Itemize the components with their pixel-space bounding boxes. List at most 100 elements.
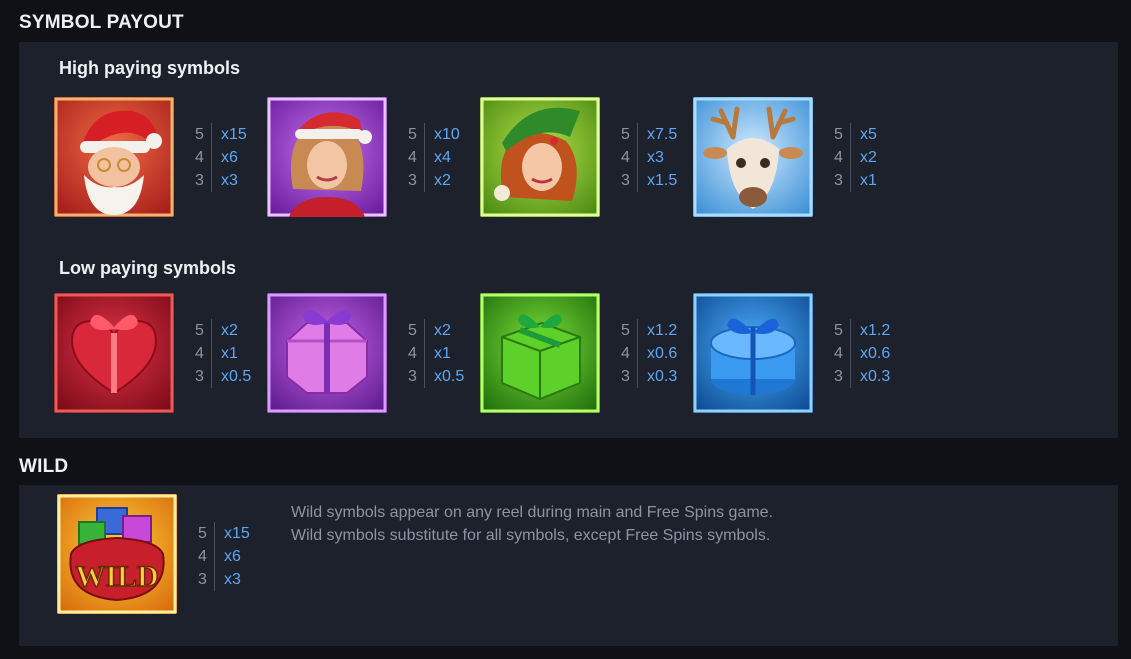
- pay-count: 4: [408, 342, 425, 365]
- wild-symbol-label: WILD: [75, 560, 158, 593]
- pay-row: 5 x2: [408, 319, 478, 342]
- pay-multiplier: x1.5: [647, 172, 678, 189]
- pay-multiplier: x3: [221, 172, 238, 189]
- pay-multiplier: x1: [860, 172, 877, 189]
- pay-count: 4: [195, 146, 212, 169]
- symbol-payout-panel: High paying symbols 5 x15 4 x6 3 x3 5 x1…: [19, 42, 1118, 438]
- pay-row: 4 x1: [408, 342, 478, 365]
- pay-count: 5: [621, 123, 638, 146]
- pay-multiplier: x6: [224, 548, 241, 565]
- pay-count: 5: [408, 123, 425, 146]
- pay-count: 3: [195, 169, 212, 192]
- pay-row: 3 x1: [834, 169, 904, 192]
- blue-gift-paytable: 5 x1.2 4 x0.6 3 x0.3: [834, 319, 904, 388]
- green-box-gift-icon: [480, 293, 600, 413]
- pay-count: 4: [198, 545, 215, 568]
- pay-row: 5 x7.5: [621, 123, 691, 146]
- reindeer-paytable: 5 x5 4 x2 3 x1: [834, 123, 904, 192]
- pay-multiplier: x15: [224, 525, 250, 542]
- symbol-payout-title: SYMBOL PAYOUT: [19, 12, 184, 33]
- pay-row: 4 x0.6: [834, 342, 904, 365]
- pay-row: 4 x6: [195, 146, 265, 169]
- pay-multiplier: x0.3: [860, 368, 891, 385]
- wild-gift-sack-icon: WILD: [57, 494, 177, 614]
- reindeer-symbol-icon: [693, 97, 813, 217]
- pay-multiplier: x1.2: [860, 322, 891, 339]
- pay-row: 4 x0.6: [621, 342, 691, 365]
- pay-count: 4: [834, 146, 851, 169]
- pay-multiplier: x15: [221, 126, 247, 143]
- pay-count: 3: [195, 365, 212, 388]
- red-heart-gift-icon: [54, 293, 174, 413]
- pay-multiplier: x5: [860, 126, 877, 143]
- wild-description: Wild symbols appear on any reel during m…: [291, 501, 773, 547]
- wild-description-line: Wild symbols appear on any reel during m…: [291, 504, 774, 521]
- pay-count: 4: [408, 146, 425, 169]
- pay-row: 3 x1.5: [621, 169, 691, 192]
- pay-row: 5 x1.2: [834, 319, 904, 342]
- pay-multiplier: x0.5: [434, 368, 465, 385]
- pay-row: 4 x1: [195, 342, 265, 365]
- pay-row: 5 x2: [195, 319, 265, 342]
- red-gift-paytable: 5 x2 4 x1 3 x0.5: [195, 319, 265, 388]
- pay-multiplier: x10: [434, 126, 460, 143]
- pay-multiplier: x6: [221, 149, 238, 166]
- pay-count: 5: [621, 319, 638, 342]
- pay-count: 3: [621, 365, 638, 388]
- pay-multiplier: x3: [647, 149, 664, 166]
- pay-row: 5 x5: [834, 123, 904, 146]
- pay-count: 4: [195, 342, 212, 365]
- pay-row: 4 x4: [408, 146, 478, 169]
- pay-row: 4 x2: [834, 146, 904, 169]
- pay-count: 5: [198, 522, 215, 545]
- pay-row: 5 x15: [198, 522, 268, 545]
- pay-row: 4 x6: [198, 545, 268, 568]
- pay-count: 3: [198, 568, 215, 591]
- pay-row: 3 x3: [195, 169, 265, 192]
- wild-panel: WILD 5 x15 4 x6 3 x3 Wild symbols appear on…: [19, 485, 1118, 646]
- pay-row: 5 x10: [408, 123, 478, 146]
- pay-row: 3 x0.3: [621, 365, 691, 388]
- mrs-claus-symbol-icon: [267, 97, 387, 217]
- pay-multiplier: x1: [434, 345, 451, 362]
- pay-count: 3: [621, 169, 638, 192]
- pay-count: 5: [408, 319, 425, 342]
- pay-multiplier: x0.6: [860, 345, 891, 362]
- wild-description-line: Wild symbols substitute for all symbols,…: [291, 527, 771, 544]
- pay-row: 3 x0.3: [834, 365, 904, 388]
- pay-multiplier: x0.5: [221, 368, 252, 385]
- purple-gift-paytable: 5 x2 4 x1 3 x0.5: [408, 319, 478, 388]
- mrs-claus-paytable: 5 x10 4 x4 3 x2: [408, 123, 478, 192]
- pay-multiplier: x2: [434, 322, 451, 339]
- pay-row: 5 x1.2: [621, 319, 691, 342]
- pay-row: 4 x3: [621, 146, 691, 169]
- pay-row: 3 x2: [408, 169, 478, 192]
- pay-count: 3: [834, 365, 851, 388]
- pay-multiplier: x4: [434, 149, 451, 166]
- high-paying-title: High paying symbols: [59, 58, 241, 78]
- purple-hexagon-gift-icon: [267, 293, 387, 413]
- pay-count: 4: [834, 342, 851, 365]
- santa-paytable: 5 x15 4 x6 3 x3: [195, 123, 265, 192]
- green-gift-paytable: 5 x1.2 4 x0.6 3 x0.3: [621, 319, 691, 388]
- pay-count: 3: [408, 169, 425, 192]
- wild-title: WILD: [19, 456, 69, 477]
- pay-count: 5: [195, 319, 212, 342]
- pay-multiplier: x7.5: [647, 126, 678, 143]
- blue-round-gift-icon: [693, 293, 813, 413]
- pay-row: 3 x0.5: [408, 365, 478, 388]
- pay-row: 5 x15: [195, 123, 265, 146]
- pay-multiplier: x3: [224, 571, 241, 588]
- santa-claus-symbol-icon: [54, 97, 174, 217]
- pay-count: 5: [195, 123, 212, 146]
- pay-count: 5: [834, 319, 851, 342]
- pay-count: 4: [621, 146, 638, 169]
- pay-multiplier: x2: [860, 149, 877, 166]
- pay-multiplier: x1.2: [647, 322, 678, 339]
- low-paying-title: Low paying symbols: [59, 258, 237, 278]
- pay-multiplier: x0.6: [647, 345, 678, 362]
- wild-paytable: 5 x15 4 x6 3 x3: [198, 522, 268, 591]
- pay-multiplier: x1: [221, 345, 238, 362]
- pay-multiplier: x2: [221, 322, 238, 339]
- pay-count: 3: [834, 169, 851, 192]
